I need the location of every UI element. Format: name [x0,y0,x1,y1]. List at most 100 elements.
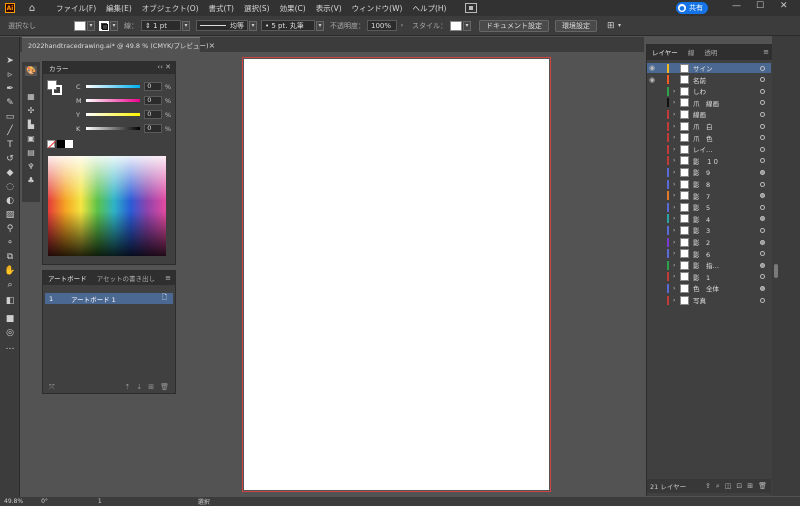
expand-arrow-icon[interactable]: › [673,181,680,188]
hand-tool-icon[interactable]: ✋ [3,265,17,277]
layer-row[interactable]: › レイ… [647,144,771,154]
style-dropdown[interactable]: ▾ [463,20,471,31]
artboard-navigator[interactable]: 1 [98,498,102,505]
pathfinder-panel-icon[interactable]: ▣ [25,134,37,144]
layer-row[interactable]: › 影 3 [647,225,771,235]
stepper-icon[interactable]: ⇕ [145,22,151,30]
menu-window[interactable]: ウィンドウ(W) [347,3,408,14]
shape-builder-tool-icon[interactable]: ◐ [3,195,17,207]
visibility-eye-icon[interactable]: ◉ [647,76,657,84]
layer-row[interactable]: › 影 7 [647,191,771,201]
menu-file[interactable]: ファイル(F) [51,3,101,14]
yellow-slider[interactable]: Y 0 % [76,110,171,119]
layer-row[interactable]: › 影 4 [647,214,771,224]
variable-width-profile[interactable]: 均等 [196,20,248,31]
layer-row[interactable]: › 写真 [647,295,771,305]
symbols-panel-icon[interactable]: ✣ [25,106,37,116]
close-tab-icon[interactable]: × [208,41,215,50]
type-tool-icon[interactable]: T [3,139,17,151]
locate-object-icon[interactable]: ⌕ [716,482,720,491]
zoom-level[interactable]: 49.8% [4,498,23,505]
blend-tool-icon[interactable]: ⚬ [3,237,17,249]
expand-arrow-icon[interactable]: › [673,146,680,153]
brush-dropdown[interactable]: ▾ [316,20,324,31]
layer-name[interactable]: 影 5 [693,202,757,212]
close-window-button[interactable]: ✕ [780,1,788,11]
target-circle-icon[interactable] [760,135,765,141]
target-circle-icon[interactable] [760,239,765,245]
delete-artboard-icon[interactable]: 🗑 [160,383,169,391]
eyedropper-tool-icon[interactable]: ⚲ [3,223,17,235]
expand-arrow-icon[interactable]: › [673,262,680,269]
layer-row[interactable]: › 影 5 [647,202,771,212]
layer-name[interactable]: 線画 [693,109,757,119]
maximize-button[interactable]: ☐ [756,1,764,11]
stroke-dropdown[interactable]: ▾ [110,20,118,31]
artboard-list-item[interactable]: 1 アートボード 1 🗋 [45,293,173,304]
home-icon[interactable]: ⌂ [25,3,39,14]
clipping-mask-icon[interactable]: ◫ [725,482,732,491]
expand-arrow-icon[interactable]: › [673,157,680,164]
target-circle-icon[interactable] [760,77,765,83]
artboard[interactable] [242,57,551,492]
target-circle-icon[interactable] [760,274,765,280]
minimize-button[interactable]: — [732,1,741,11]
fill-stroke-icon[interactable]: ◧ [3,295,17,307]
rearrange-icon[interactable]: ⤧ [49,383,55,392]
graphic-style-swatch[interactable] [450,20,462,31]
expand-arrow-icon[interactable]: › [673,192,680,199]
layers-scrollbar[interactable] [774,264,778,278]
target-circle-icon[interactable] [760,181,765,187]
new-sublayer-icon[interactable]: ⊡ [736,482,742,491]
move-down-icon[interactable]: ⇣ [136,383,142,391]
layer-row[interactable]: › 影 9 [647,167,771,177]
tab-transparency[interactable]: 透明 [699,47,722,57]
layer-row[interactable]: › 影 8 [647,179,771,189]
target-circle-icon[interactable] [760,123,765,129]
rectangle-tool-icon[interactable]: ▭ [3,111,17,123]
cyan-slider[interactable]: C 0 % [76,82,171,91]
layer-row[interactable]: › 爪 色 [647,133,771,143]
color-spectrum[interactable] [48,156,166,256]
pen-tool-icon[interactable]: ✒ [3,83,17,95]
target-circle-icon[interactable] [760,169,765,175]
expand-arrow-icon[interactable]: › [673,99,680,106]
appearance-panel-icon[interactable]: ▤ [25,148,37,158]
slider-value[interactable]: 0 [144,124,162,133]
layer-name[interactable]: 爪 白 [693,121,757,131]
arrange-documents-icon[interactable] [465,3,478,13]
expand-arrow-icon[interactable]: › [673,88,680,95]
swatches-panel-icon[interactable]: ▦ [25,92,37,102]
none-swatch-icon[interactable] [47,140,56,149]
layer-name[interactable]: レイ… [693,144,757,154]
target-circle-icon[interactable] [760,100,765,106]
expand-arrow-icon[interactable]: › [673,239,680,246]
delete-layer-icon[interactable]: 🗑 [758,482,767,491]
profile-dropdown[interactable]: ▾ [249,20,257,31]
layer-name[interactable]: 影 8 [693,179,757,189]
target-circle-icon[interactable] [760,146,765,152]
rotate-tool-icon[interactable]: ↺ [3,153,17,165]
slider-track[interactable] [85,99,141,102]
layer-row[interactable]: › しわ [647,86,771,96]
stroke-color-icon[interactable] [52,85,62,95]
target-circle-icon[interactable] [760,158,765,164]
collect-export-icon[interactable]: ⇪ [705,482,711,491]
menu-help[interactable]: ヘルプ(H) [407,3,451,14]
magenta-slider[interactable]: M 0 % [76,96,171,105]
layer-name[interactable]: サイン [693,63,757,73]
expand-arrow-icon[interactable]: › [673,297,680,304]
layer-name[interactable]: 爪 線画 [693,98,757,108]
target-circle-icon[interactable] [760,227,765,233]
align-panel-icon[interactable]: ▙ [25,120,37,130]
graphic-styles-panel-icon[interactable]: ♣ [25,176,37,186]
layer-row[interactable]: › 影 6 [647,249,771,259]
slider-track[interactable] [85,113,141,116]
target-circle-icon[interactable] [760,285,765,291]
target-circle-icon[interactable] [760,297,765,303]
layer-row[interactable]: › 影 指… [647,260,771,270]
target-circle-icon[interactable] [760,88,765,94]
layer-name[interactable]: 影 9 [693,167,757,177]
layer-row[interactable]: › 影 2 [647,237,771,247]
more-tools-icon[interactable]: … [3,341,17,353]
